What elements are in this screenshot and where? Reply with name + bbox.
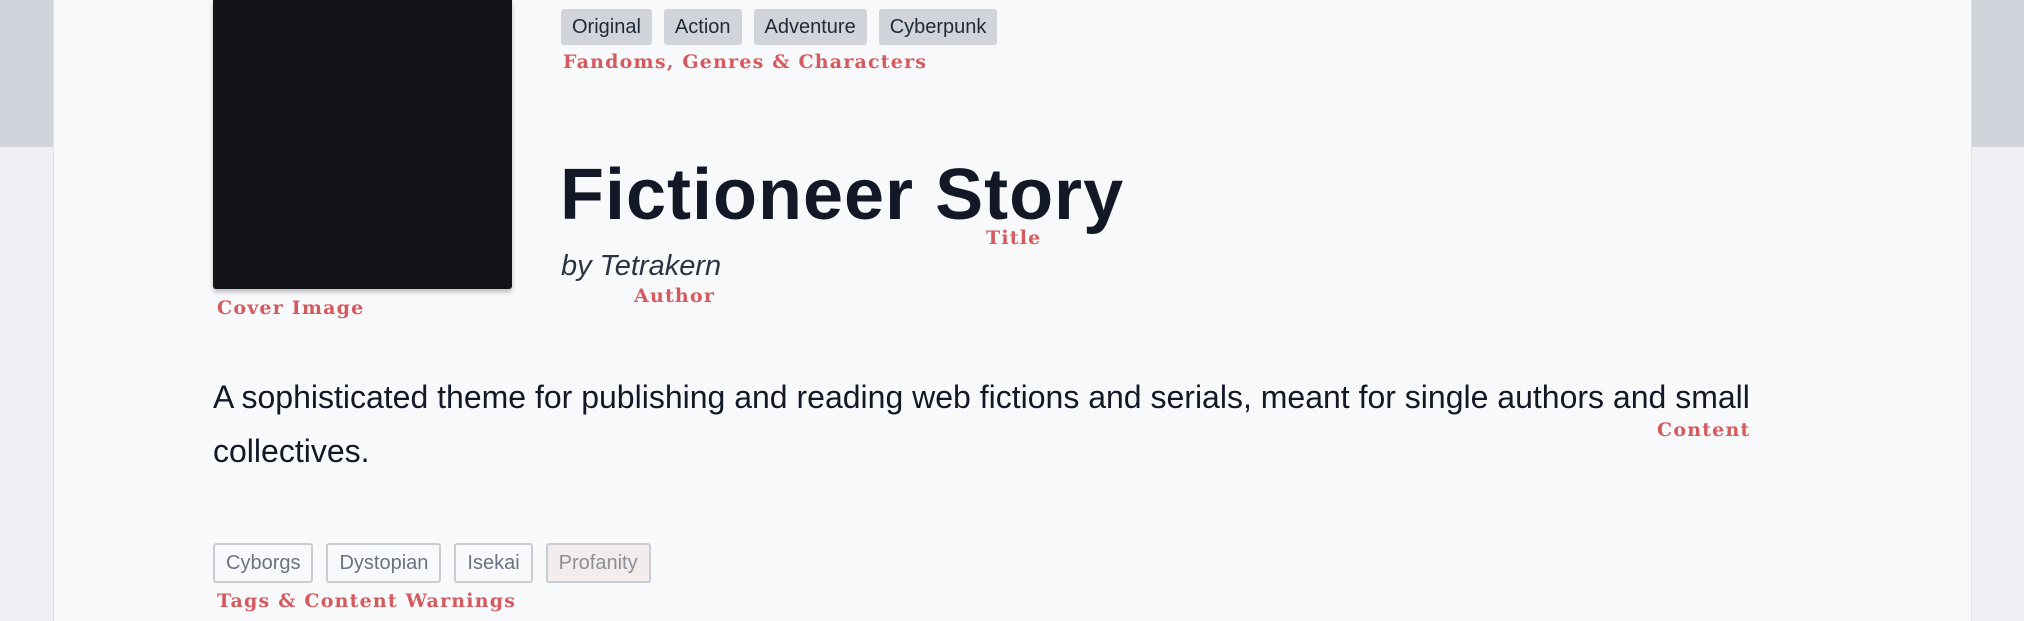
annotation-tags: Tags & Content Warnings xyxy=(217,590,517,612)
tag-dystopian[interactable]: Dystopian xyxy=(326,543,442,583)
genre-tag-original[interactable]: Original xyxy=(561,9,652,45)
annotation-author: Author xyxy=(634,285,716,307)
tag-list: Cyborgs Dystopian Isekai Profanity xyxy=(213,543,651,583)
annotation-title: Title xyxy=(986,227,1042,249)
annotation-content: Content xyxy=(1657,419,1751,441)
genre-tag-action[interactable]: Action xyxy=(663,9,742,45)
genre-tag-cyberpunk[interactable]: Cyberpunk xyxy=(878,9,998,45)
story-description: A sophisticated theme for publishing and… xyxy=(213,379,1750,469)
tag-cyborgs[interactable]: Cyborgs xyxy=(213,543,314,583)
story-author[interactable]: by Tetrakern xyxy=(561,250,721,283)
genre-tag-list: Original Action Adventure Cyberpunk xyxy=(561,9,998,45)
tag-isekai[interactable]: Isekai xyxy=(454,543,533,583)
genre-tag-adventure[interactable]: Adventure xyxy=(753,9,867,45)
annotation-fandoms: Fandoms, Genres & Characters xyxy=(563,51,928,73)
cover-image[interactable] xyxy=(213,0,512,289)
annotation-cover-image: Cover Image xyxy=(217,297,365,319)
content-warning-profanity[interactable]: Profanity xyxy=(545,543,651,583)
